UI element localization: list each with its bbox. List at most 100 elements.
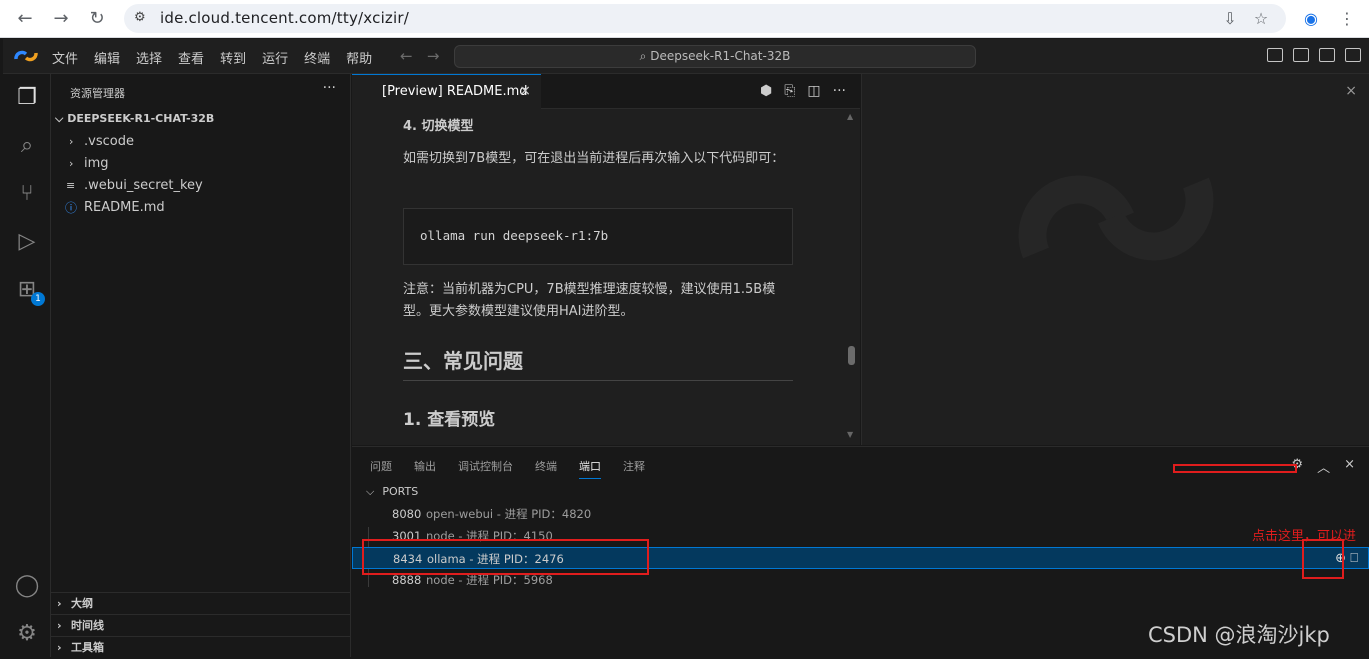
markdown-preview: 4. 切换模型 如需切换到7B模型，可在退出当前进程后再次输入以下代码即可： o…	[352, 109, 860, 445]
reload-icon[interactable]: ↻	[84, 6, 110, 32]
command-center[interactable]: ⌕ Deepseek-R1-Chat-32B	[454, 45, 976, 68]
tree-item-label: img	[84, 156, 109, 171]
bookmark-star-icon[interactable]: ☆	[1248, 6, 1274, 32]
toggle-panel-icon[interactable]	[1293, 48, 1309, 62]
secondary-editor-group: ×	[861, 74, 1369, 445]
explorer-sidebar: 资源管理器 ··· ⌵ DEEPSEEK-R1-CHAT-32B › .vsco…	[51, 74, 351, 657]
editor-actions: ⬢ ⎘ ◫ ···	[760, 83, 846, 99]
tree-item-vscode[interactable]: › .vscode	[51, 131, 351, 153]
tree-item-label: .webui_secret_key	[84, 178, 203, 193]
back-icon[interactable]: ←	[12, 6, 38, 32]
maximize-panel-icon[interactable]: ︿	[1317, 457, 1330, 476]
ports-section-header[interactable]: ⌵ PORTS	[366, 485, 418, 499]
port-description: open-webui - 进程 PID：4820	[426, 507, 592, 521]
explorer-title: 资源管理器	[70, 87, 125, 100]
section-label: 大纲	[71, 597, 93, 610]
scroll-down-icon[interactable]: ▼	[847, 430, 853, 439]
chevron-right-icon: ›	[69, 157, 74, 170]
editor-tab-bar: [Preview] README.md × ⬢ ⎘ ◫ ···	[352, 74, 860, 109]
search-icon: ⌕	[639, 49, 651, 63]
search-view-icon[interactable]: ⌕	[13, 132, 41, 160]
address-bar[interactable]: ⚙ ide.cloud.tencent.com/tty/xcizir/	[124, 4, 1286, 33]
title-bar: 文件 编辑 选择 查看 转到 运行 终端 帮助 ← → ⌕ Deepseek-R…	[3, 39, 1369, 74]
site-info-icon[interactable]: ⚙	[134, 10, 146, 25]
close-panel-icon[interactable]: ×	[1344, 457, 1355, 476]
browser-toolbar: ← → ↻ ⚙ ide.cloud.tencent.com/tty/xcizir…	[0, 0, 1369, 38]
port-number: 8080	[392, 507, 422, 521]
command-center-label: Deepseek-R1-Chat-32B	[650, 49, 791, 63]
preview-in-editor-icon[interactable]: ⎕	[1350, 551, 1358, 566]
tab-ports[interactable]: 端口	[579, 458, 601, 479]
menu-help[interactable]: 帮助	[346, 48, 372, 67]
port-row-8080[interactable]: 8080 open-webui - 进程 PID：4820	[352, 503, 1369, 525]
workspace-root[interactable]: ⌵ DEEPSEEK-R1-CHAT-32B	[55, 112, 214, 126]
settings-gear-icon[interactable]: ⚙	[13, 620, 41, 648]
source-control-icon[interactable]: ⑂	[13, 180, 41, 208]
nav-forward-icon[interactable]: →	[427, 47, 440, 65]
preview-heading-h3: 1. 查看预览	[403, 410, 496, 430]
watermark-logo-icon	[1018, 175, 1214, 261]
open-source-icon[interactable]: ⬢	[760, 83, 772, 99]
annotation-note: 点击这里，可以进	[1252, 529, 1357, 544]
section-timeline[interactable]: › 时间线	[51, 614, 351, 636]
url-text[interactable]: ide.cloud.tencent.com/tty/xcizir/	[160, 9, 409, 27]
account-icon[interactable]: ◯	[13, 572, 41, 600]
panel-actions: ⚙ ︿ ×	[1291, 457, 1355, 476]
tree-item-label: .vscode	[84, 134, 134, 149]
tree-item-label: README.md	[84, 200, 165, 215]
annotation-box-port-row	[362, 539, 649, 575]
explorer-icon[interactable]: ❐	[13, 84, 41, 112]
section-outline[interactable]: › 大纲	[51, 592, 351, 614]
preview-heading-h2: 三、常见问题	[403, 345, 793, 381]
split-editor-icon[interactable]: ◫	[807, 83, 820, 99]
browser-menu-icon[interactable]: ⋮	[1334, 6, 1360, 32]
install-app-icon[interactable]: ⇩	[1217, 6, 1243, 32]
menu-terminal[interactable]: 终端	[304, 48, 330, 67]
more-actions-icon[interactable]: ···	[833, 83, 846, 99]
menu-run[interactable]: 运行	[262, 48, 288, 67]
tab-readme-preview[interactable]: [Preview] README.md ×	[352, 74, 541, 109]
open-changes-icon[interactable]: ⎘	[784, 83, 795, 99]
menu-selection[interactable]: 选择	[136, 48, 162, 67]
tree-item-readme[interactable]: ⓘ README.md	[51, 197, 351, 219]
menu-bar: 文件 编辑 选择 查看 转到 运行 终端 帮助	[52, 48, 388, 67]
cloud-ide-logo-icon	[14, 50, 38, 62]
run-debug-icon[interactable]: ▷	[13, 228, 41, 256]
tab-debug-console[interactable]: 调试控制台	[458, 458, 513, 479]
tab-comments[interactable]: 注释	[623, 458, 645, 479]
toggle-primary-sidebar-icon[interactable]	[1267, 48, 1283, 62]
forward-icon[interactable]: →	[48, 6, 74, 32]
tab-label: [Preview] README.md	[382, 84, 528, 99]
workspace-root-label: DEEPSEEK-R1-CHAT-32B	[67, 112, 215, 125]
toggle-secondary-sidebar-icon[interactable]	[1319, 48, 1335, 62]
close-icon[interactable]: ×	[519, 75, 531, 108]
history-nav: ← →	[400, 47, 439, 65]
preview-heading-h4: 4. 切换模型	[403, 119, 474, 134]
section-label: 工具箱	[71, 641, 104, 654]
info-icon: ⓘ	[65, 201, 78, 215]
tree-item-img[interactable]: › img	[51, 153, 351, 175]
section-toolbox[interactable]: › 工具箱	[51, 636, 351, 658]
tab-terminal[interactable]: 终端	[535, 458, 557, 479]
file-lines-icon: ≡	[66, 179, 76, 192]
tree-item-webui-secret-key[interactable]: ≡ .webui_secret_key	[51, 175, 351, 197]
layout-controls	[1267, 48, 1361, 62]
menu-edit[interactable]: 编辑	[94, 48, 120, 67]
menu-view[interactable]: 查看	[178, 48, 204, 67]
tab-problems[interactable]: 问题	[370, 458, 392, 479]
nav-back-icon[interactable]: ←	[400, 47, 413, 65]
close-icon[interactable]: ×	[1345, 83, 1357, 99]
preview-scrollbar-thumb[interactable]	[848, 346, 855, 365]
preview-paragraph-note: 注意：当前机器为CPU，7B模型推理速度较慢，建议使用1.5B模型。更大参数模型…	[403, 282, 776, 319]
scroll-up-icon[interactable]: ▲	[847, 112, 853, 121]
chevron-down-icon: ⌵	[366, 485, 375, 498]
tab-output[interactable]: 输出	[414, 458, 436, 479]
customize-layout-icon[interactable]	[1345, 48, 1361, 62]
explorer-more-actions[interactable]: ···	[323, 80, 336, 96]
csdn-watermark: CSDN @浪淘沙jkp	[1148, 623, 1330, 647]
menu-go[interactable]: 转到	[220, 48, 246, 67]
chevron-right-icon: ›	[57, 641, 62, 654]
chevron-right-icon: ›	[57, 597, 62, 610]
menu-file[interactable]: 文件	[52, 48, 78, 67]
profile-icon[interactable]: ◉	[1298, 6, 1324, 32]
